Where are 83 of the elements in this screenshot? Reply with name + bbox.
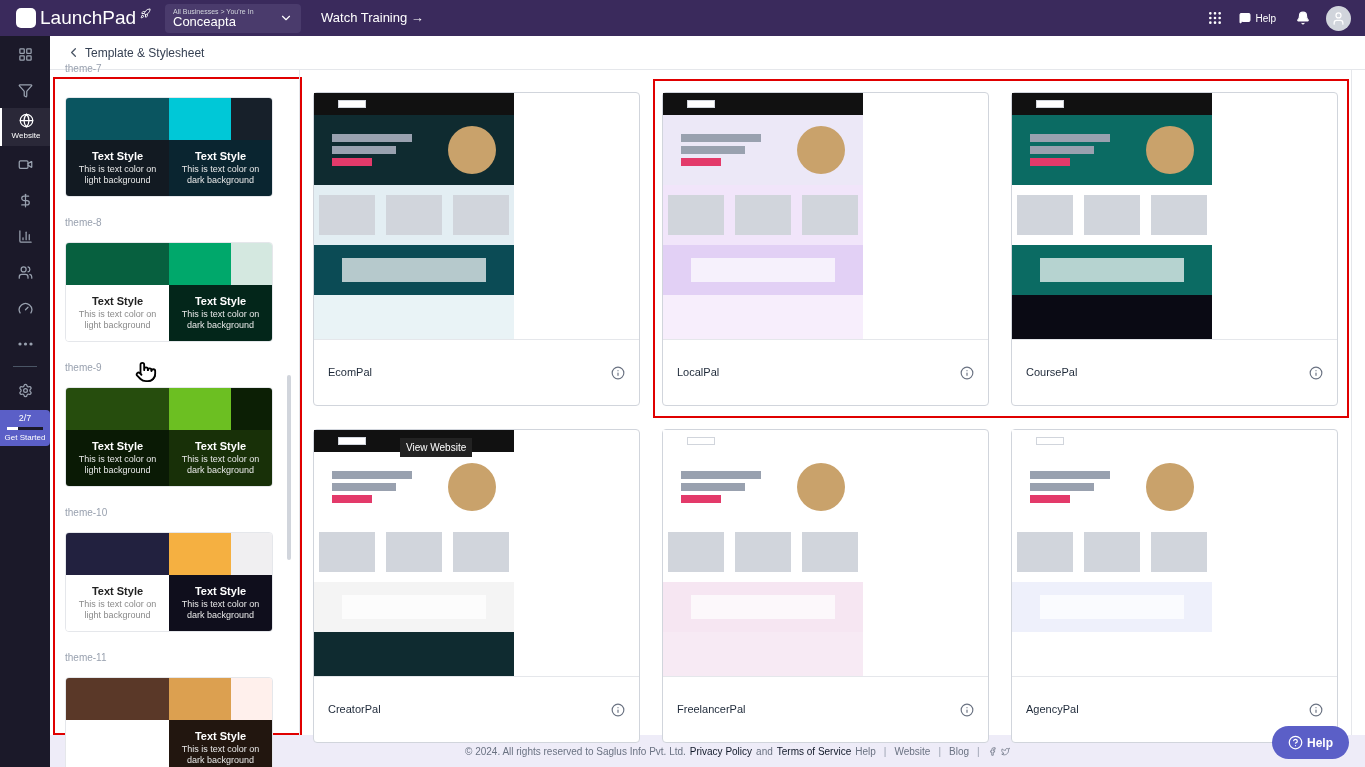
template-name: CoursePal xyxy=(1026,365,1078,381)
text-style-sample: This is text color on light background xyxy=(77,598,158,621)
template-card[interactable]: EcomPal xyxy=(313,92,640,406)
apps-grid-icon[interactable] xyxy=(1207,10,1224,26)
gauge-icon xyxy=(17,300,33,316)
footer-link[interactable]: Help xyxy=(855,743,876,759)
text-style-title: Text Style xyxy=(194,295,247,309)
separator: | xyxy=(883,744,887,759)
scrollbar-thumb[interactable] xyxy=(287,375,291,560)
privacy-policy-link[interactable]: Privacy Policy xyxy=(689,743,753,759)
get-started-button[interactable]: 2/7 Get Started xyxy=(0,410,50,446)
separator: | xyxy=(977,744,980,759)
notification-bell-icon[interactable] xyxy=(1296,11,1310,25)
info-icon[interactable] xyxy=(611,365,625,380)
text-style-title: Text Style xyxy=(91,295,144,309)
page-title: Template & Stylesheet xyxy=(85,44,205,62)
template-card[interactable]: CoursePal xyxy=(1011,92,1338,406)
info-icon[interactable] xyxy=(611,702,625,717)
separator: | xyxy=(938,744,941,759)
sidebar-label: Website xyxy=(11,129,41,142)
sidebar-item[interactable]: Website xyxy=(0,108,50,146)
text-style-title: Text Style xyxy=(91,585,144,599)
text-style-sample: This is text color on light background xyxy=(77,453,158,476)
bar-chart-icon xyxy=(17,228,33,244)
copyright-text: © 2024. All rights reserved to Saglus Info Pvt. Ltd. xyxy=(465,744,686,759)
globe-icon xyxy=(18,112,34,128)
template-card[interactable]: LocalPal xyxy=(662,92,989,406)
template-name: AgencyPal xyxy=(1026,702,1079,718)
info-icon[interactable] xyxy=(1309,365,1323,380)
question-mark-icon xyxy=(1288,735,1303,750)
info-icon[interactable] xyxy=(960,365,974,380)
text-style-title: Text Style xyxy=(194,585,247,599)
theme-label: theme-8 xyxy=(65,216,102,230)
template-name: FreelancerPal xyxy=(677,702,746,718)
text-style-sample: This is text color on dark background xyxy=(180,308,261,331)
text-style-title: Text Style xyxy=(194,730,247,744)
theme-card[interactable]: Text Style This is text color on light background Text Style This is text color on dark background xyxy=(65,242,273,342)
text-style-sample: This is text color on dark background xyxy=(180,598,261,621)
help-button[interactable]: Help xyxy=(1272,726,1349,759)
theme-label: theme-9 xyxy=(65,361,102,375)
text-style-title: Text Style xyxy=(91,150,144,164)
info-icon[interactable] xyxy=(1309,702,1323,717)
people-icon xyxy=(17,264,33,280)
theme-card[interactable]: Text Style This is text color on light background Text Style This is text color on dark background xyxy=(65,387,273,487)
funnel-icon xyxy=(17,82,33,98)
footer-link[interactable]: Website xyxy=(894,743,931,759)
text-style-title: Text Style xyxy=(91,440,144,454)
theme-card[interactable]: Text Style This is text color on light background Text Style This is text color on dark background xyxy=(65,97,273,197)
settings-icon[interactable] xyxy=(17,383,33,398)
facebook-icon[interactable] xyxy=(987,746,997,756)
avatar[interactable] xyxy=(1326,5,1351,31)
template-name: EcomPal xyxy=(328,365,373,381)
text-style-sample: This is text color on light background xyxy=(77,163,158,186)
footer-link[interactable]: Blog xyxy=(949,743,969,759)
logo-icon xyxy=(16,8,36,28)
conjunction-text: and xyxy=(756,744,773,759)
tooltip: View Website xyxy=(400,438,473,457)
text-style-sample: This is text color on dark background xyxy=(180,743,261,766)
theme-card[interactable]: Text Style This is text color on light background Text Style This is text color on dark background xyxy=(65,532,273,632)
brand-name: LaunchPad xyxy=(40,5,137,30)
template-card[interactable]: CreatorPal View Website xyxy=(313,429,640,743)
hand-cursor-icon xyxy=(135,361,157,383)
text-style-title: Text Style xyxy=(194,150,247,164)
text-style-title: Text Style xyxy=(194,440,247,454)
twitter-icon[interactable] xyxy=(1000,746,1010,756)
watch-training-link[interactable]: Watch Training → xyxy=(321,8,424,28)
speech-bubble-icon xyxy=(1239,12,1252,24)
help-link[interactable]: Help xyxy=(1239,10,1276,26)
theme-card[interactable]: Text Style This is text color on dark background xyxy=(65,677,273,767)
text-style-sample: This is text color on dark background xyxy=(180,163,261,186)
info-icon[interactable] xyxy=(960,702,974,717)
text-style-sample: This is text color on dark background xyxy=(180,453,261,476)
more-icon xyxy=(17,342,33,346)
text-style-sample: This is text color on light background xyxy=(77,308,158,331)
rocket-icon xyxy=(140,7,152,19)
template-name: LocalPal xyxy=(677,365,720,381)
template-card[interactable]: FreelancerPal xyxy=(662,429,989,743)
dashboard-grid-icon xyxy=(17,46,33,62)
theme-label: theme-10 xyxy=(65,506,108,520)
theme-label: theme-11 xyxy=(65,651,107,665)
theme-label: theme-7 xyxy=(65,62,102,76)
terms-link[interactable]: Terms of Service xyxy=(776,743,852,759)
template-name: CreatorPal xyxy=(328,702,381,718)
